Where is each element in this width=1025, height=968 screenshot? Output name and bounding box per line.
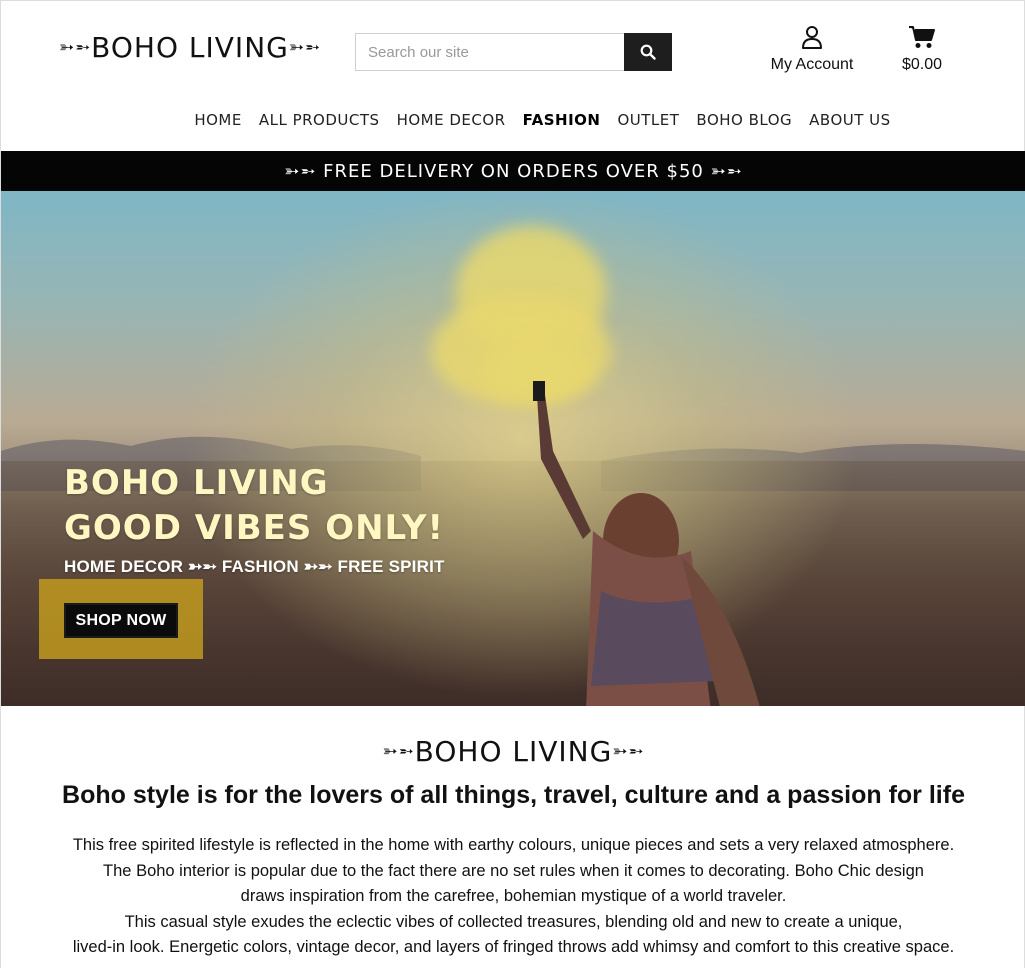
user-icon [802,26,822,49]
nav-home[interactable]: HOME [194,111,242,129]
hero-title-line-1: BOHO LIVING [64,463,329,503]
site-logo[interactable]: ➳➵BOHO LIVING➳➵ [59,31,321,64]
intro-line: This free spirited lifestyle is reflecte… [72,836,955,854]
my-account-link[interactable]: My Account [761,25,863,74]
page: ➳➵BOHO LIVING➳➵ My Account $0.00 HOME [0,0,1025,968]
cart-total: $0.00 [901,56,943,73]
search-button[interactable] [624,33,672,71]
account-label: My Account [770,56,854,73]
intro-paragraph: This free spirited lifestyle is reflecte… [41,833,986,961]
intro-logo-arrows-left: ➳➵ [382,741,415,762]
intro-logo: ➳➵BOHO LIVING➳➵ [1,735,1025,768]
logo-arrows-right: ➳➵ [288,37,322,58]
intro-heading: Boho style is for the lovers of all thin… [62,781,965,809]
promo-banner: ➳➵ FREE DELIVERY ON ORDERS OVER $50 ➳➵ [1,151,1025,191]
hero-woman-figure [533,381,760,706]
cart-link[interactable]: $0.00 [893,25,951,74]
nav-fashion[interactable]: FASHION [523,111,601,129]
intro-logo-text: BOHO LIVING [414,735,613,768]
hero-title-line-2: GOOD VIBES ONLY! [64,508,445,548]
intro-line: This casual style exudes the eclectic vi… [124,912,903,931]
search-icon [640,44,656,60]
logo-text: BOHO LIVING [91,31,289,64]
intro-logo-arrows-right: ➳➵ [612,741,645,762]
search-input[interactable] [355,33,624,71]
shop-now-button[interactable]: SHOP NOW [64,603,178,638]
intro-line: lived-in look. Energetic colors, vintage… [72,938,955,957]
cart-icon [909,26,935,48]
intro-line: The Boho interior is popular due to the … [103,861,924,880]
search-form [355,33,672,71]
hero-subtitle: HOME DECOR ➳➵ FASHION ➳➵ FREE SPIRIT [64,557,445,576]
nav-all-products[interactable]: ALL PRODUCTS [259,111,380,129]
nav-about-us[interactable]: ABOUT US [809,111,891,129]
nav-boho-blog[interactable]: BOHO BLOG [696,111,792,129]
nav-outlet[interactable]: OUTLET [617,111,679,129]
intro-line: draws inspiration from the carefree, boh… [240,887,787,906]
hero-title: BOHO LIVING GOOD VIBES ONLY! [64,461,444,551]
nav-home-decor[interactable]: HOME DECOR [397,111,506,129]
shop-now-backdrop: SHOP NOW [39,579,203,659]
logo-arrows-left: ➳➵ [59,37,92,58]
main-nav: HOME ALL PRODUCTS HOME DECOR FASHION OUT… [1,111,1025,129]
